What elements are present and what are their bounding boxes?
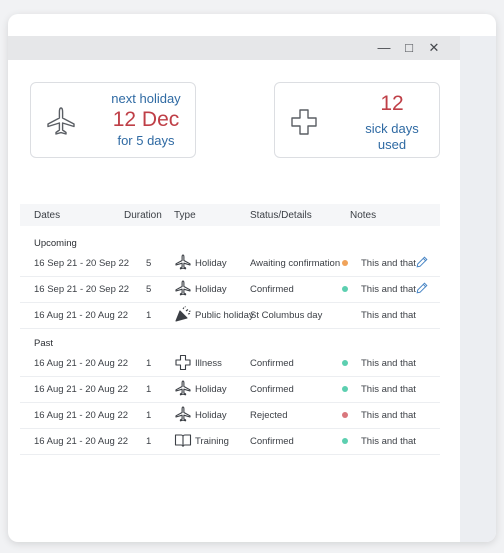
party-popper-icon bbox=[175, 306, 191, 322]
row-notes: This and that bbox=[361, 384, 416, 395]
table-row[interactable]: 16 Sep 21 - 20 Sep 22 5 Holiday Awaiting co… bbox=[20, 250, 440, 277]
next-holiday-date: 12 Dec bbox=[112, 108, 180, 131]
plane-icon bbox=[175, 406, 191, 422]
header-dates[interactable]: Dates bbox=[34, 210, 60, 221]
next-holiday-card[interactable]: next holiday 12 Dec for 5 days bbox=[30, 82, 196, 158]
next-holiday-duration: for 5 days bbox=[117, 133, 175, 148]
table-row[interactable]: 16 Aug 21 - 20 Aug 22 1 Holiday Confirmed Th… bbox=[20, 376, 440, 403]
status-indicator bbox=[342, 412, 348, 418]
section-past: Past bbox=[34, 338, 54, 349]
next-holiday-label: next holiday bbox=[111, 91, 181, 106]
title-bar: — □ ✕ bbox=[8, 36, 460, 60]
row-dates: 16 Sep 21 - 20 Sep 22 bbox=[34, 258, 130, 269]
row-type: Illness bbox=[195, 358, 222, 369]
edit-pencil-icon[interactable] bbox=[416, 256, 428, 268]
row-duration: 5 bbox=[146, 258, 152, 269]
table-row[interactable]: 16 Aug 21 - 20 Aug 22 1 Public holiday St C… bbox=[20, 302, 440, 329]
row-status: Awaiting confirmation bbox=[250, 258, 341, 269]
app-window: — □ ✕ next holiday 12 Dec for 5 days 12 … bbox=[8, 14, 496, 542]
row-notes: This and that bbox=[361, 436, 416, 447]
table-row[interactable]: 16 Aug 21 - 20 Aug 22 1 Holiday Rejected Thi… bbox=[20, 402, 440, 429]
row-status: Confirmed bbox=[250, 284, 294, 295]
row-notes: This and that bbox=[361, 258, 416, 269]
header-notes[interactable]: Notes bbox=[350, 210, 376, 221]
sick-days-label: sick days bbox=[365, 121, 419, 136]
row-duration: 1 bbox=[146, 310, 152, 321]
row-type: Public holiday bbox=[195, 310, 254, 321]
table-row[interactable]: 16 Aug 21 - 20 Aug 22 1 Training Confirmed T… bbox=[20, 428, 440, 455]
row-notes: This and that bbox=[361, 358, 416, 369]
side-scroll-area bbox=[460, 36, 496, 542]
row-status: St Columbus day bbox=[250, 310, 323, 321]
row-dates: 16 Aug 21 - 20 Aug 22 bbox=[34, 310, 129, 321]
row-dates: 16 Aug 21 - 20 Aug 22 bbox=[34, 410, 129, 421]
status-indicator bbox=[342, 286, 348, 292]
sick-days-card[interactable]: 12 sick days used bbox=[274, 82, 440, 158]
plane-icon bbox=[175, 280, 191, 296]
row-dates: 16 Aug 21 - 20 Aug 22 bbox=[34, 358, 129, 369]
row-status: Confirmed bbox=[250, 358, 294, 369]
minimize-button[interactable]: — bbox=[376, 39, 392, 57]
row-duration: 1 bbox=[146, 410, 152, 421]
row-type: Holiday bbox=[195, 284, 227, 295]
sick-days-count: 12 bbox=[380, 92, 404, 115]
row-notes: This and that bbox=[361, 284, 416, 295]
table-row[interactable]: 16 Aug 21 - 20 Aug 22 1 Illness Confirmed Th… bbox=[20, 350, 440, 377]
row-duration: 1 bbox=[146, 384, 152, 395]
plane-icon bbox=[175, 380, 191, 396]
medical-cross-icon bbox=[175, 354, 191, 370]
status-indicator bbox=[342, 438, 348, 444]
edit-pencil-icon[interactable] bbox=[416, 282, 428, 294]
row-duration: 1 bbox=[146, 358, 152, 369]
close-button[interactable]: ✕ bbox=[426, 39, 442, 57]
maximize-button[interactable]: □ bbox=[401, 39, 417, 57]
table-header: Dates Duration Type Status/Details Notes bbox=[20, 204, 440, 226]
row-status: Confirmed bbox=[250, 436, 294, 447]
book-icon bbox=[174, 434, 192, 448]
row-type: Holiday bbox=[195, 258, 227, 269]
row-status: Rejected bbox=[250, 410, 288, 421]
row-duration: 1 bbox=[146, 436, 152, 447]
row-dates: 16 Aug 21 - 20 Aug 22 bbox=[34, 384, 129, 395]
sick-days-label-used: used bbox=[377, 137, 407, 152]
section-upcoming: Upcoming bbox=[34, 238, 77, 249]
row-notes: This and that bbox=[361, 310, 416, 321]
row-dates: 16 Sep 21 - 20 Sep 22 bbox=[34, 284, 130, 295]
plane-icon bbox=[47, 107, 75, 135]
medical-cross-icon bbox=[291, 109, 317, 135]
status-indicator bbox=[342, 360, 348, 366]
header-status[interactable]: Status/Details bbox=[250, 210, 312, 221]
row-dates: 16 Aug 21 - 20 Aug 22 bbox=[34, 436, 129, 447]
status-indicator bbox=[342, 260, 348, 266]
row-type: Holiday bbox=[195, 410, 227, 421]
row-type: Training bbox=[195, 436, 229, 447]
row-notes: This and that bbox=[361, 410, 416, 421]
status-indicator bbox=[342, 386, 348, 392]
row-status: Confirmed bbox=[250, 384, 294, 395]
row-duration: 5 bbox=[146, 284, 152, 295]
header-duration[interactable]: Duration bbox=[124, 210, 162, 221]
row-type: Holiday bbox=[195, 384, 227, 395]
plane-icon bbox=[175, 254, 191, 270]
header-type[interactable]: Type bbox=[174, 210, 196, 221]
table-row[interactable]: 16 Sep 21 - 20 Sep 22 5 Holiday Confirmed Th… bbox=[20, 276, 440, 303]
